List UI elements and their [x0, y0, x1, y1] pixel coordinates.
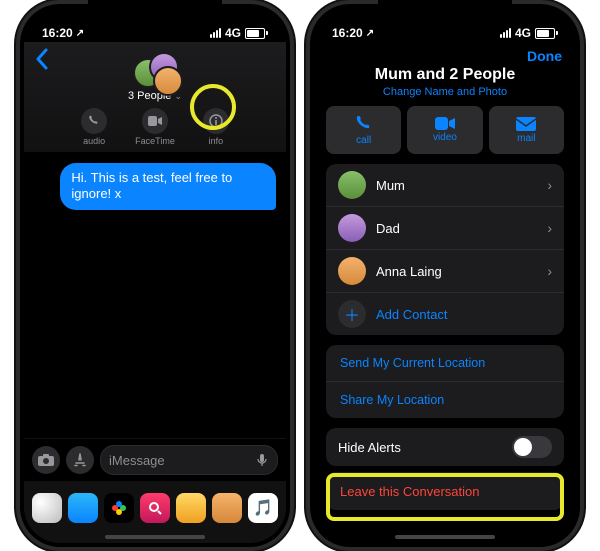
dock-app[interactable] — [68, 493, 98, 523]
dock-app[interactable] — [176, 493, 206, 523]
message-input[interactable]: iMessage — [100, 445, 278, 475]
network-label: 4G — [225, 26, 241, 40]
hide-alerts-toggle[interactable] — [512, 436, 552, 458]
contact-name: Mum — [376, 178, 537, 193]
battery-icon — [535, 28, 558, 39]
home-indicator[interactable] — [105, 535, 205, 539]
contact-list: Mum › Dad › Anna Laing › ＋ — [326, 164, 564, 335]
input-placeholder: iMessage — [109, 453, 165, 468]
change-name-photo-link[interactable]: Change Name and Photo — [314, 86, 576, 98]
clock-text: 16:20 — [332, 26, 363, 40]
hide-alerts-row: Hide Alerts — [326, 428, 564, 466]
location-block: Send My Current Location Share My Locati… — [326, 345, 564, 418]
dock-app[interactable] — [32, 493, 62, 523]
outgoing-message[interactable]: Hi. This is a test, feel free to ignore!… — [60, 163, 276, 210]
dock-app[interactable] — [104, 493, 134, 523]
phone-messages: 16:20 ↗ 4G — [16, 0, 294, 551]
contact-row[interactable]: Anna Laing › — [326, 250, 564, 293]
location-services-icon: ↗ — [366, 28, 374, 39]
phone-details: 16:20 ↗ 4G Done Mum and 2 People Change … — [306, 0, 584, 551]
chevron-right-icon: › — [547, 263, 552, 279]
clock-text: 16:20 — [42, 26, 73, 40]
facetime-button[interactable]: FaceTime — [135, 108, 175, 146]
info-button[interactable]: info — [203, 108, 229, 146]
appstore-button[interactable] — [66, 446, 94, 474]
video-button[interactable]: video — [407, 106, 482, 154]
avatar — [338, 171, 366, 199]
mail-label: mail — [517, 133, 535, 144]
message-text: Hi. This is a test, feel free to ignore!… — [71, 170, 232, 201]
notch — [90, 0, 220, 24]
avatar — [153, 66, 183, 96]
signal-icon — [210, 28, 221, 38]
leave-conversation-button[interactable]: Leave this Conversation — [326, 472, 564, 510]
avatar — [338, 214, 366, 242]
message-thread[interactable]: Hi. This is a test, feel free to ignore!… — [24, 153, 286, 438]
phone-icon — [81, 108, 107, 134]
chevron-right-icon: › — [547, 177, 552, 193]
video-icon — [142, 108, 168, 134]
details-scroll[interactable]: call video mail — [314, 106, 576, 543]
video-icon — [435, 117, 455, 130]
mail-button[interactable]: mail — [489, 106, 564, 154]
contact-name: Anna Laing — [376, 264, 537, 279]
avatar — [338, 257, 366, 285]
notch — [380, 0, 510, 24]
group-avatar[interactable] — [133, 52, 177, 88]
details-header: Done — [314, 42, 576, 64]
audio-label: audio — [83, 136, 105, 146]
add-contact-row[interactable]: ＋ Add Contact — [326, 293, 564, 335]
network-label: 4G — [515, 26, 531, 40]
contact-row[interactable]: Mum › — [326, 164, 564, 207]
app-dock[interactable]: 🎵 — [24, 481, 286, 543]
status-time: 16:20 ↗ — [42, 26, 84, 40]
done-button[interactable]: Done — [527, 48, 562, 64]
share-location-button[interactable]: Share My Location — [326, 382, 564, 418]
home-indicator[interactable] — [395, 535, 495, 539]
dictate-icon[interactable] — [255, 453, 269, 467]
dock-app[interactable]: 🎵 — [248, 493, 278, 523]
video-label: video — [433, 132, 457, 143]
hide-alerts-label: Hide Alerts — [338, 440, 401, 455]
dock-app[interactable] — [212, 493, 242, 523]
battery-icon — [245, 28, 268, 39]
phone-icon — [355, 115, 373, 133]
facetime-label: FaceTime — [135, 136, 175, 146]
details-title: Mum and 2 People — [314, 66, 576, 84]
camera-button[interactable] — [32, 446, 60, 474]
plus-icon: ＋ — [338, 300, 366, 328]
back-button[interactable] — [34, 48, 48, 70]
send-location-button[interactable]: Send My Current Location — [326, 345, 564, 382]
call-button[interactable]: call — [326, 106, 401, 154]
messages-header: 3 People ⌄ audio FaceTime — [24, 42, 286, 153]
share-location-label: Share My Location — [340, 393, 444, 407]
contact-row[interactable]: Dad › — [326, 207, 564, 250]
add-contact-label: Add Contact — [376, 307, 552, 322]
leave-conversation-label: Leave this Conversation — [340, 484, 479, 499]
compose-bar: iMessage — [24, 438, 286, 481]
info-label: info — [209, 136, 224, 146]
mail-icon — [516, 117, 536, 131]
status-time: 16:20 ↗ — [332, 26, 374, 40]
action-trio: call video mail — [326, 106, 564, 154]
chevron-right-icon: › — [547, 220, 552, 236]
dock-app[interactable] — [140, 493, 170, 523]
send-location-label: Send My Current Location — [340, 356, 485, 370]
audio-button[interactable]: audio — [81, 108, 107, 146]
contact-name: Dad — [376, 221, 537, 236]
info-icon — [203, 108, 229, 134]
call-label: call — [356, 135, 371, 146]
signal-icon — [500, 28, 511, 38]
location-services-icon: ↗ — [76, 28, 84, 39]
